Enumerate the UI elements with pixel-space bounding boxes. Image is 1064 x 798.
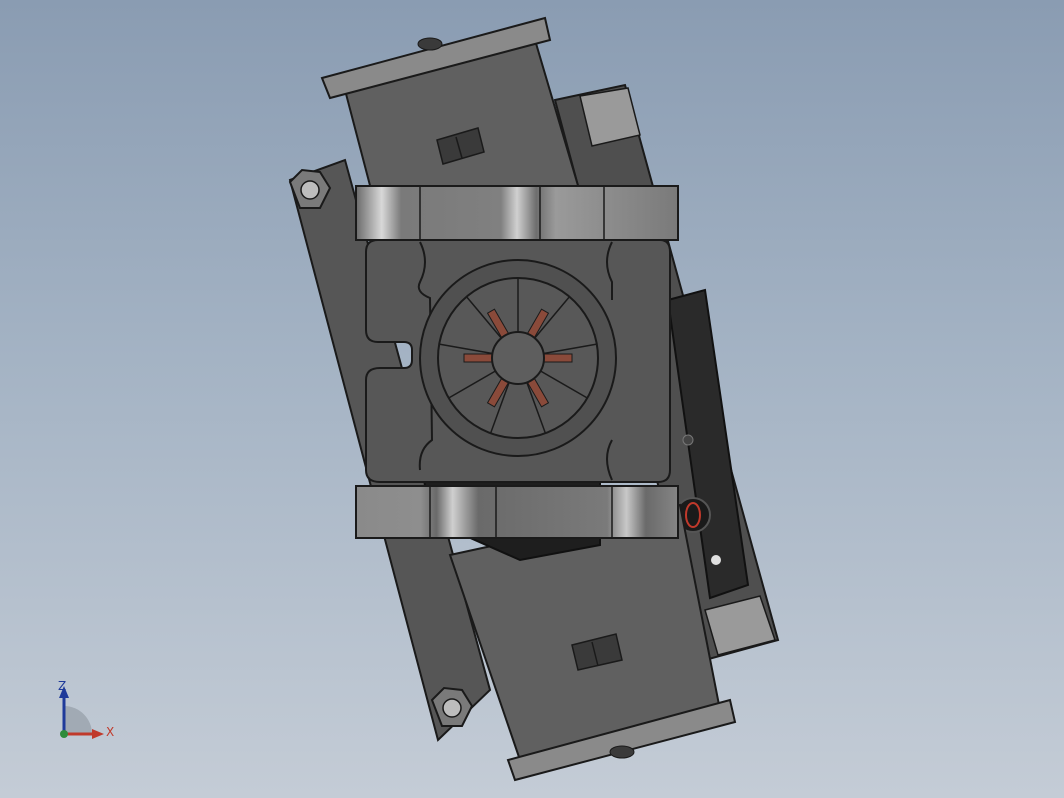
coil-winding <box>463 353 493 363</box>
z-axis-label: Z <box>58 679 66 693</box>
triad-plane <box>64 706 92 734</box>
motor-stator <box>419 259 617 457</box>
cad-model[interactable] <box>0 0 1064 798</box>
motor-shaft <box>491 331 545 385</box>
upper-clamp-band <box>355 185 679 241</box>
graphics-viewport[interactable]: Z X <box>0 0 1064 798</box>
x-axis-arrowhead <box>92 729 104 739</box>
coordinate-triad-icon: Z X <box>58 679 114 739</box>
x-axis-label: X <box>106 725 114 739</box>
coil-winding <box>543 353 573 363</box>
y-axis <box>60 730 68 738</box>
lower-clamp-band <box>355 485 679 539</box>
